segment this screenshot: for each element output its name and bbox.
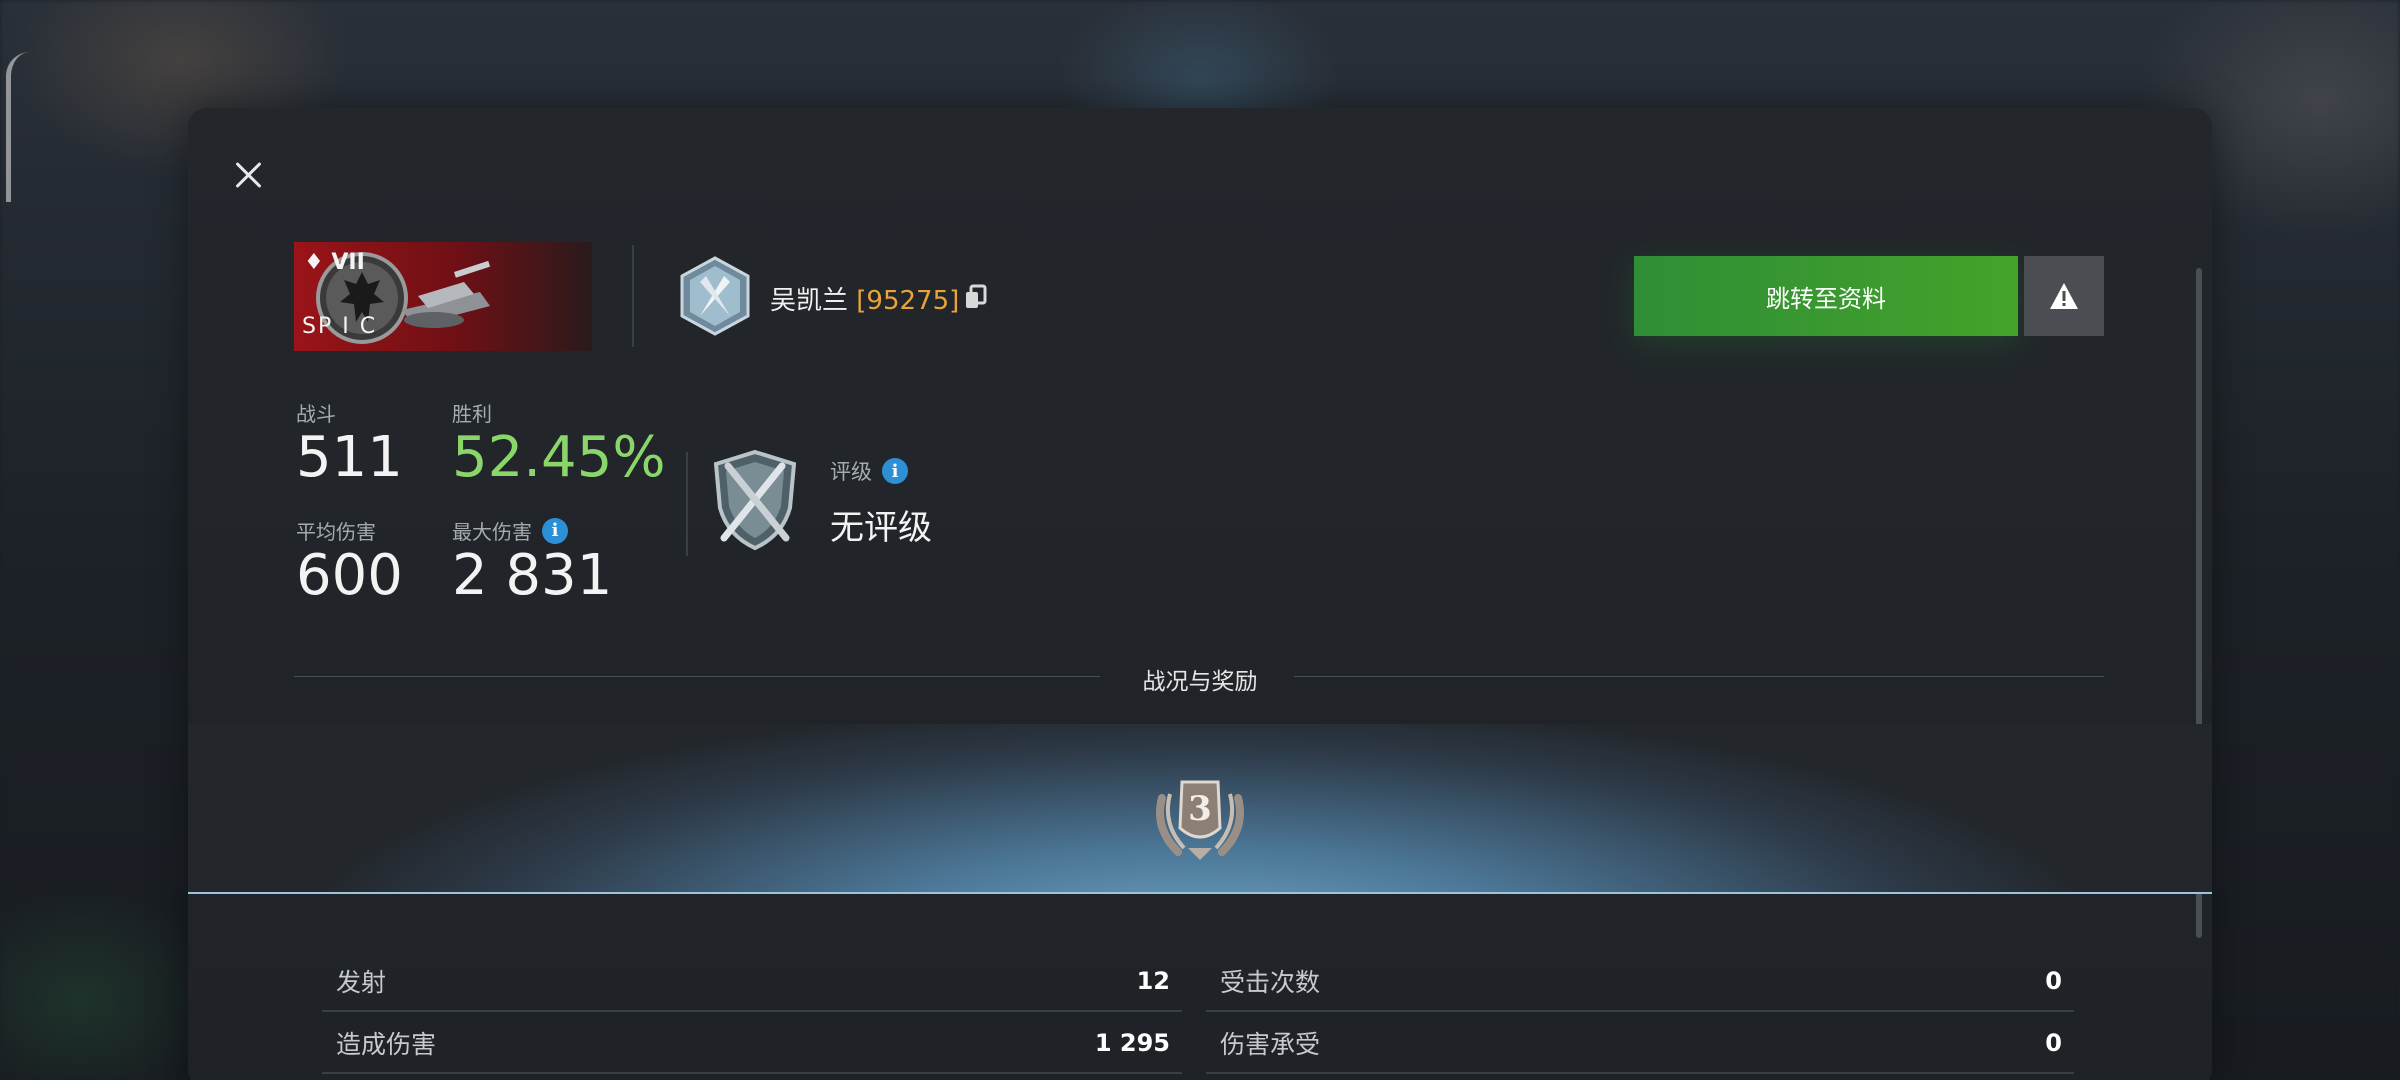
player-nickname: 吴凯兰 bbox=[770, 286, 849, 316]
divider bbox=[632, 245, 634, 347]
clan-tag[interactable]: [95275] bbox=[856, 286, 959, 316]
stat-value: 2 831 bbox=[452, 543, 613, 608]
stat-battles: 战斗 511 bbox=[296, 398, 403, 489]
info-icon[interactable]: i bbox=[542, 517, 568, 544]
info-icon[interactable]: i bbox=[882, 458, 908, 484]
section-title: 战况与奖励 bbox=[1142, 669, 1258, 695]
battle-stat-value: 0 bbox=[2045, 1029, 2062, 1057]
battle-stat-row: 发射 12 bbox=[322, 952, 1182, 1012]
battle-stat-label: 造成伤害 bbox=[336, 1030, 437, 1059]
stat-value: 511 bbox=[296, 425, 403, 490]
vehicle-tier: ♦ VII bbox=[304, 250, 365, 275]
divider bbox=[686, 452, 688, 556]
stat-victories: 胜利 52.45% bbox=[452, 398, 666, 489]
rank-badge-icon bbox=[680, 256, 750, 336]
player-name: 吴凯兰 [95275] bbox=[770, 280, 959, 317]
medal-number: 3 bbox=[1188, 789, 1212, 829]
battle-stat-value: 1 295 bbox=[1094, 1029, 1170, 1057]
player-info-panel: ♦ VII SP I C 吴凯兰 [95275] 跳转至资料 战斗 511 胜利… bbox=[188, 108, 2212, 1080]
rating-label-text: 评级 bbox=[830, 460, 872, 484]
vehicle-card: ♦ VII SP I C bbox=[294, 242, 592, 351]
stat-label: 最大伤害 i bbox=[452, 516, 612, 545]
stat-label: 胜利 bbox=[452, 402, 492, 426]
battle-stat-value: 12 bbox=[1136, 967, 1170, 995]
tank-image bbox=[402, 260, 491, 328]
report-button[interactable] bbox=[2024, 256, 2104, 336]
battle-stat-label: 受击次数 bbox=[1220, 968, 1321, 997]
battle-stat-value: 0 bbox=[2045, 967, 2062, 995]
stat-max-damage: 最大伤害 i 2 831 bbox=[452, 516, 612, 607]
battle-stat-label: 伤害承受 bbox=[1220, 1030, 1321, 1059]
mastery-medal-icon: 3 bbox=[1156, 780, 1244, 860]
vehicle-name: SP I C bbox=[302, 314, 378, 339]
close-icon[interactable] bbox=[232, 158, 266, 192]
warning-icon bbox=[2050, 283, 2078, 309]
side-handle[interactable] bbox=[6, 52, 30, 202]
stat-average-damage: 平均伤害 600 bbox=[296, 516, 403, 607]
battle-stat-row: 受击次数 0 bbox=[1206, 952, 2074, 1012]
stat-label: 平均伤害 bbox=[296, 520, 376, 544]
rating-label: 评级 i bbox=[830, 456, 908, 486]
go-to-profile-button[interactable]: 跳转至资料 bbox=[1634, 256, 2018, 336]
rating-value: 无评级 bbox=[830, 508, 932, 548]
rating-shield-icon bbox=[713, 449, 797, 551]
stat-label: 战斗 bbox=[296, 402, 336, 426]
stat-value: 600 bbox=[296, 543, 403, 608]
battle-stat-label: 发射 bbox=[336, 968, 387, 997]
stat-label-text: 最大伤害 bbox=[452, 520, 532, 544]
battle-stat-row: 伤害承受 0 bbox=[1206, 1014, 2074, 1074]
stat-value: 52.45% bbox=[452, 425, 666, 490]
copy-icon[interactable] bbox=[964, 284, 988, 310]
battle-stat-row: 造成伤害 1 295 bbox=[322, 1014, 1182, 1074]
